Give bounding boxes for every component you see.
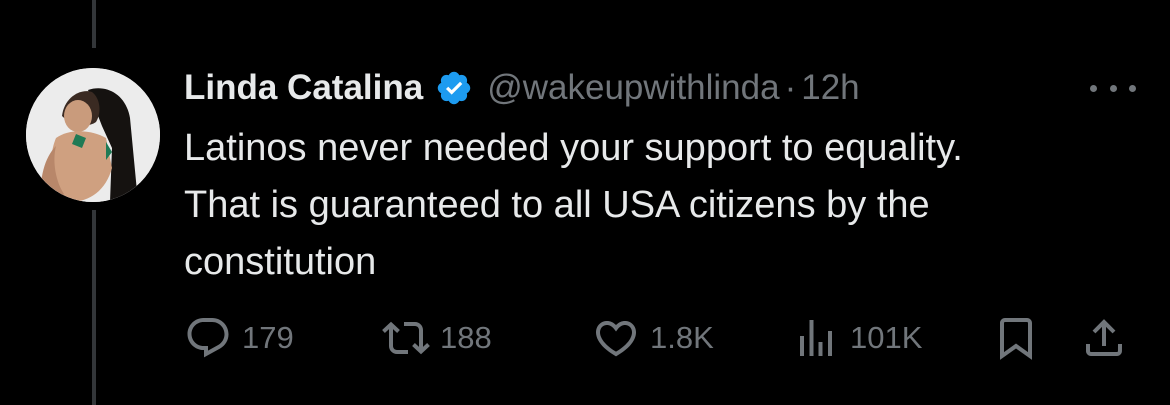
timestamp[interactable]: 12h (801, 68, 859, 108)
separator-dot: · (784, 68, 797, 107)
thread-line-top (92, 0, 96, 48)
like-count: 1.8K (650, 320, 714, 355)
bookmark-button[interactable] (992, 310, 1040, 366)
tweet-text-line: Latinos never needed your support to equ… (184, 127, 963, 169)
more-icon[interactable] (1090, 76, 1136, 100)
views-count: 101K (850, 320, 923, 355)
repost-button[interactable]: 188 (382, 310, 492, 366)
bookmark-icon (1000, 318, 1032, 360)
repost-icon (382, 321, 430, 355)
more-dot (1109, 84, 1117, 92)
avatar[interactable] (26, 68, 160, 202)
more-dot (1129, 84, 1136, 92)
reply-button[interactable]: 179 (184, 310, 294, 366)
share-button[interactable] (1080, 310, 1128, 366)
reply-count: 179 (242, 320, 294, 355)
tweet-text-line: That is guaranteed to all USA citizens b… (184, 184, 930, 226)
more-dot (1090, 84, 1097, 92)
views-icon (800, 320, 832, 356)
author-name[interactable]: Linda Catalina (184, 68, 423, 108)
thread-line-bottom (92, 210, 96, 405)
heart-icon (595, 321, 637, 357)
views-button[interactable]: 101K (792, 310, 922, 366)
tweet-header: Linda Catalina @wakeupwithlinda · 12h (184, 62, 860, 114)
tweet-text: Latinos never needed your support to equ… (184, 120, 1144, 291)
like-button[interactable]: 1.8K (592, 310, 714, 366)
repost-count: 188 (440, 320, 492, 355)
reply-icon (187, 318, 229, 358)
share-icon (1086, 319, 1122, 356)
author-handle[interactable]: @wakeupwithlinda (487, 68, 779, 108)
tweet-text-line: constitution (184, 241, 377, 283)
action-bar: 179 188 1.8K 101K (184, 310, 1144, 366)
verified-badge-icon[interactable] (435, 69, 473, 107)
